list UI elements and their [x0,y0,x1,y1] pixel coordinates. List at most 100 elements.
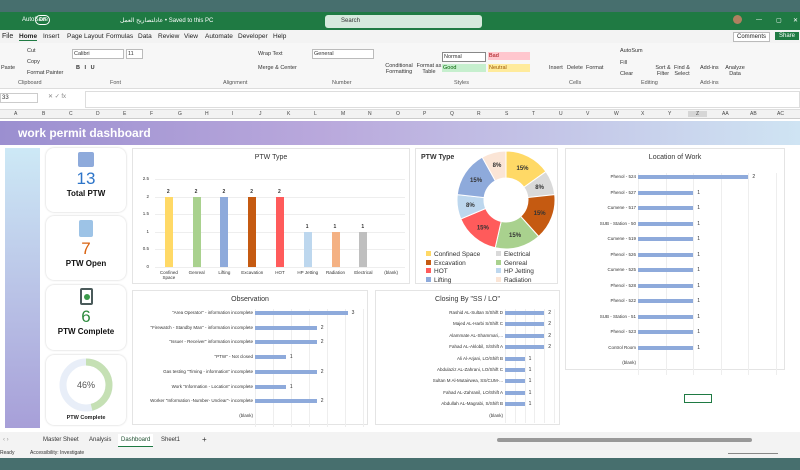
category-label: Phenol - 522 [610,298,636,303]
column-header[interactable]: N [368,111,372,117]
tab-data[interactable]: Data [138,33,152,40]
bar [255,311,348,315]
sheet-tab-sheet1[interactable]: Sheet1 [161,437,180,443]
tab-formulas[interactable]: Formulas [106,33,133,40]
name-box[interactable]: 33 [0,93,38,103]
style-good[interactable]: Good [442,64,486,72]
sort-filter-button[interactable]: Sort & Filter [653,65,673,77]
column-header[interactable]: T [532,111,535,117]
column-header[interactable]: L [314,111,317,117]
column-header[interactable]: Y [668,111,671,117]
sheet-tab-dashboard[interactable]: Dashboard [118,434,154,447]
column-header[interactable]: Q [450,111,454,117]
column-header[interactable]: U [559,111,563,117]
zoom-slider[interactable] [728,453,778,454]
wrap-text-button[interactable]: Wrap Text [258,51,283,57]
autosum-button[interactable]: AutoSum [620,48,643,54]
column-header[interactable]: AA [722,111,729,117]
column-header[interactable]: E [123,111,126,117]
merge-center-button[interactable]: Merge & Center [258,65,297,71]
column-header[interactable]: A [14,111,17,117]
column-header[interactable]: C [69,111,73,117]
tab-automate[interactable]: Automate [205,33,233,40]
add-ins-button[interactable]: Add-ins [700,65,719,71]
column-header[interactable]: F [150,111,153,117]
column-header[interactable]: S [505,111,508,117]
column-header[interactable]: J [259,111,262,117]
column-header[interactable]: X [641,111,644,117]
column-header[interactable]: O [396,111,400,117]
column-header[interactable]: P [423,111,426,117]
delete-cells-button[interactable]: Delete [567,65,583,71]
tab-page-layout[interactable]: Page Layout [67,33,104,40]
tab-view[interactable]: View [184,33,198,40]
format-as-table-button[interactable]: Format as Table [416,63,442,75]
tab-review[interactable]: Review [158,33,179,40]
search-input[interactable]: Search [325,15,482,28]
find-select-button[interactable]: Find & Select [672,65,692,77]
style-neutral[interactable]: Neutral [488,64,530,72]
column-header[interactable]: M [341,111,345,117]
tab-insert[interactable]: Insert [43,33,59,40]
tab-file[interactable]: File [2,33,13,40]
share-button[interactable]: Share [775,32,800,40]
column-header[interactable]: Z [688,111,708,117]
close-icon[interactable]: ✕ [793,17,798,24]
column-header[interactable]: K [287,111,290,117]
data-label: 2 [320,368,324,375]
bold-button[interactable]: B I U [76,65,95,71]
prev-sheet-icon[interactable]: ‹ › [3,437,9,443]
comments-button[interactable]: Comments [733,32,771,42]
style-bad[interactable]: Bad [488,52,530,60]
conditional-formatting-button[interactable]: Conditional Formatting [384,63,414,75]
data-label: 2 [320,339,324,346]
autosave-toggle[interactable]: Off [35,15,50,25]
category-label: "PTW" - Not closed [214,354,253,360]
number-format-select[interactable]: General [312,49,374,59]
font-size-select[interactable]: 11 [126,49,143,59]
avatar[interactable] [733,15,742,24]
column-header[interactable]: AB [750,111,757,117]
insert-cells-button[interactable]: Insert [549,65,563,71]
ptw-type-donut-chart: PTW Type 15% 8% 15% 15% 15% 8% 15% 8% Confined Sp… [415,148,558,284]
column-header[interactable]: W [614,111,619,117]
data-label: 1 [697,298,700,304]
sheet-tab-master[interactable]: Master Sheet [43,437,79,443]
format-painter-button[interactable]: Format Painter [27,70,63,76]
accessibility-status[interactable]: Accessibility: Investigate [30,450,84,456]
column-header[interactable]: AC [777,111,784,117]
formula-input[interactable] [85,91,800,108]
copy-button[interactable]: Copy [27,59,40,65]
minimize-icon[interactable]: — [756,17,762,23]
cut-button[interactable]: Cut [27,48,36,54]
column-header[interactable]: R [477,111,481,117]
tab-help[interactable]: Help [273,33,286,40]
analyze-data-button[interactable]: Analyze Data [725,65,745,77]
style-normal[interactable]: Normal [442,52,486,62]
fill-button[interactable]: Fill [620,60,627,66]
horizontal-scrollbar[interactable] [497,438,752,442]
column-header[interactable]: V [586,111,589,117]
column-header[interactable]: G [178,111,182,117]
restore-icon[interactable]: ▢ [776,17,782,24]
add-sheet-icon[interactable]: + [202,435,207,444]
column-header[interactable]: H [205,111,209,117]
data-label: 1 [528,367,532,373]
fx-icon[interactable]: ✕ ✓ fx [48,93,66,100]
clear-button[interactable]: Clear [620,71,633,77]
paste-button[interactable]: Paste [1,65,15,71]
legend-swatch [496,276,501,282]
selected-cell[interactable] [684,394,712,403]
sheet-tab-analysis[interactable]: Analysis [89,437,111,443]
ptw-type-bar-chart: PTW Type 0 0.5 1 1.5 2 2.5 2 Confined Space 2 Genr… [132,148,410,284]
data-label: 1 [697,282,700,289]
column-header[interactable]: B [42,111,45,117]
font-select[interactable]: Calibri [72,49,124,59]
format-cells-button[interactable]: Format [586,65,603,71]
column-header[interactable]: I [232,111,233,117]
column-header[interactable]: D [96,111,100,117]
slice-label: 8% [535,185,544,191]
tab-developer[interactable]: Developer [238,33,268,40]
tab-home[interactable]: Home [19,33,38,41]
category-label: Phenol - 526 [610,251,636,257]
